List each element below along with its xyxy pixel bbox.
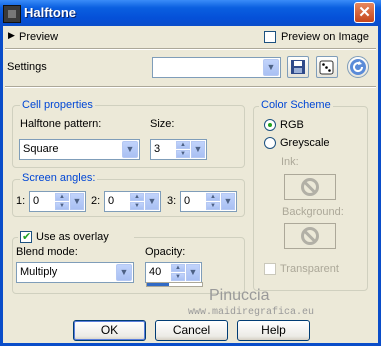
size-value[interactable]: 3 xyxy=(154,143,160,155)
opacity-spinner[interactable]: 40 ▲ ▼ ▼ xyxy=(145,262,202,283)
halftone-pattern-value: Square xyxy=(23,143,59,155)
angle-2-value[interactable]: 0 xyxy=(108,195,114,207)
angle-3-decrement-button[interactable]: ▼ xyxy=(206,202,220,210)
close-button[interactable]: ✕ xyxy=(354,2,375,23)
floppy-disk-icon xyxy=(291,60,305,74)
cell-properties-legend: Cell properties xyxy=(20,99,95,111)
chevron-down-icon[interactable]: ▼ xyxy=(191,141,205,158)
opacity-slider-fill xyxy=(147,283,169,286)
angle-1-value[interactable]: 0 xyxy=(33,195,39,207)
halftone-pattern-label: Halftone pattern: xyxy=(20,118,102,130)
angle-2-label: 2: xyxy=(91,195,101,207)
chevron-down-icon[interactable]: ▼ xyxy=(263,59,279,76)
opacity-increment-button[interactable]: ▲ xyxy=(171,264,185,272)
watermark-url: www.maidiregrafica.eu xyxy=(188,307,315,318)
size-increment-button[interactable]: ▲ xyxy=(176,141,190,149)
halftone-pattern-select[interactable]: Square ▼ xyxy=(19,139,140,160)
no-color-icon xyxy=(301,178,319,196)
background-color-swatch xyxy=(284,223,336,249)
transparent-label: Transparent xyxy=(280,263,339,275)
ink-color-swatch xyxy=(284,174,336,200)
blend-mode-select[interactable]: Multiply ▼ xyxy=(16,262,134,283)
size-label: Size: xyxy=(150,118,175,130)
preview-expand-icon[interactable]: ▶ xyxy=(8,30,15,41)
size-decrement-button[interactable]: ▼ xyxy=(176,150,190,158)
angle-3-increment-button[interactable]: ▲ xyxy=(206,193,220,201)
randomize-button[interactable] xyxy=(316,56,338,78)
greyscale-label: Greyscale xyxy=(280,137,330,149)
chevron-down-icon[interactable]: ▼ xyxy=(186,264,200,281)
settings-label: Settings xyxy=(7,61,47,73)
ink-label: Ink: xyxy=(281,156,299,168)
chevron-down-icon[interactable]: ▼ xyxy=(116,264,132,281)
no-color-icon xyxy=(301,227,319,245)
size-spinner[interactable]: 3 ▲ ▼ ▼ xyxy=(150,139,207,160)
angle-3-label: 3: xyxy=(167,195,177,207)
color-scheme-legend: Color Scheme xyxy=(259,99,333,111)
greyscale-radio[interactable] xyxy=(264,137,276,149)
window-frame-left xyxy=(0,26,3,346)
opacity-label: Opacity: xyxy=(145,246,186,258)
transparent-checkbox xyxy=(264,263,276,275)
angle-1-spinner[interactable]: 0 ▲ ▼ ▼ xyxy=(29,191,86,212)
separator xyxy=(5,86,376,88)
angle-3-value[interactable]: 0 xyxy=(184,195,190,207)
separator xyxy=(5,48,376,50)
blend-mode-label: Blend mode: xyxy=(16,246,78,258)
use-as-overlay-label: Use as overlay xyxy=(36,231,109,243)
angle-3-spinner[interactable]: 0 ▲ ▼ ▼ xyxy=(180,191,237,212)
chevron-down-icon[interactable]: ▼ xyxy=(70,193,84,210)
dice-icon xyxy=(319,60,334,75)
angle-1-increment-button[interactable]: ▲ xyxy=(55,193,69,201)
blend-mode-value: Multiply xyxy=(20,266,58,278)
angle-1-decrement-button[interactable]: ▼ xyxy=(55,202,69,210)
screen-angles-legend: Screen angles: xyxy=(20,172,98,184)
settings-preset-dropdown[interactable]: ▼ xyxy=(152,57,281,78)
chevron-down-icon[interactable]: ▼ xyxy=(145,193,159,210)
background-label: Background: xyxy=(282,206,344,218)
reset-button[interactable] xyxy=(347,56,369,78)
watermark-name: Pinuccia xyxy=(209,287,270,304)
opacity-decrement-button[interactable]: ▼ xyxy=(171,273,185,281)
chevron-down-icon[interactable]: ▼ xyxy=(221,193,235,210)
rgb-radio[interactable] xyxy=(264,119,276,131)
window-title: Halftone xyxy=(24,5,76,20)
ok-button[interactable]: OK xyxy=(73,320,146,341)
rgb-label: RGB xyxy=(280,119,304,131)
angle-2-increment-button[interactable]: ▲ xyxy=(130,193,144,201)
opacity-slider-track[interactable] xyxy=(146,282,203,287)
opacity-value[interactable]: 40 xyxy=(149,266,161,278)
help-button[interactable]: Help xyxy=(237,320,310,341)
preview-toggle[interactable]: Preview xyxy=(19,31,58,43)
reset-arrow-icon xyxy=(350,59,366,75)
cancel-button[interactable]: Cancel xyxy=(155,320,228,341)
angle-1-label: 1: xyxy=(16,195,26,207)
app-icon xyxy=(3,5,21,23)
save-preset-button[interactable] xyxy=(287,56,309,78)
angle-2-decrement-button[interactable]: ▼ xyxy=(130,202,144,210)
chevron-down-icon[interactable]: ▼ xyxy=(122,141,138,158)
preview-on-image-label: Preview on Image xyxy=(281,31,370,43)
angle-2-spinner[interactable]: 0 ▲ ▼ ▼ xyxy=(104,191,161,212)
use-as-overlay-checkbox[interactable] xyxy=(20,230,32,243)
preview-on-image-checkbox[interactable] xyxy=(264,31,276,43)
